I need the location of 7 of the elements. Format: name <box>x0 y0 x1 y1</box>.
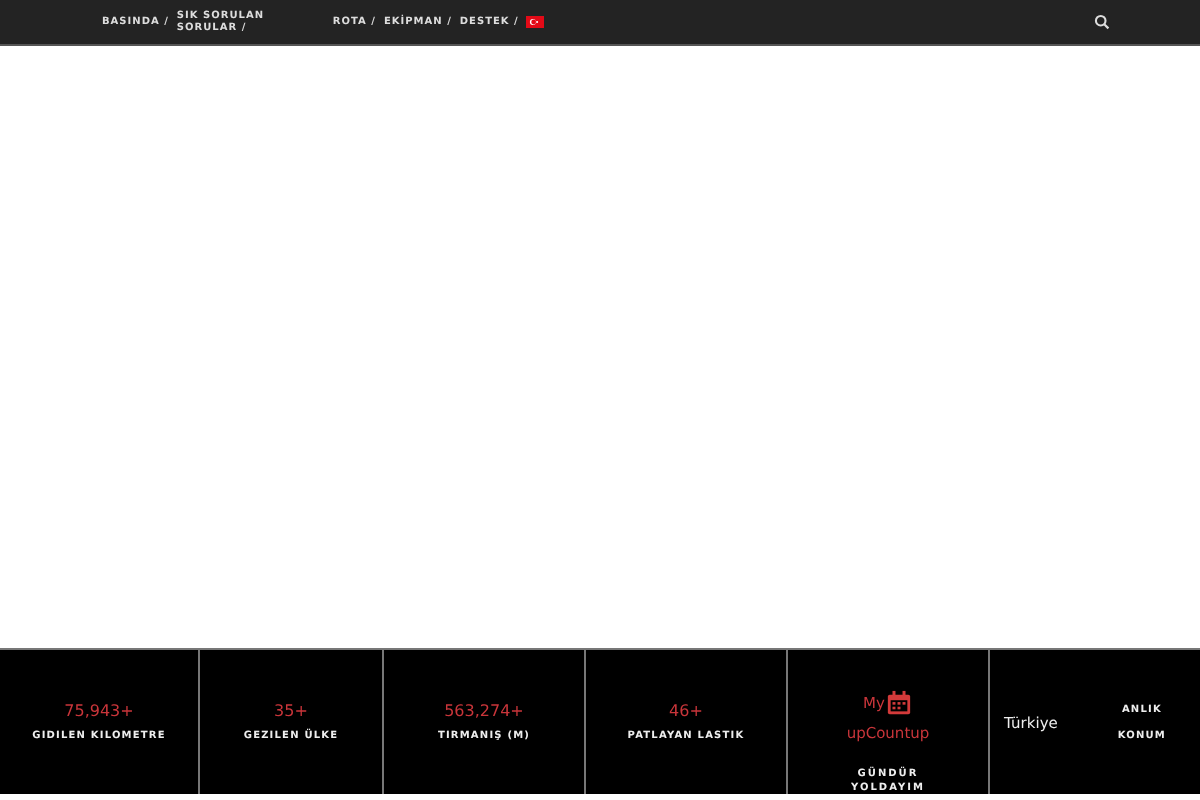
stat-value: 35+ <box>274 702 308 720</box>
search-icon[interactable] <box>1094 14 1110 30</box>
flag-icon[interactable] <box>526 16 545 28</box>
calendar-icon <box>886 690 913 716</box>
stat-value: 563,274+ <box>444 702 524 720</box>
stat-value: 46+ <box>669 702 703 720</box>
stat-value: 75,943+ <box>64 702 134 720</box>
